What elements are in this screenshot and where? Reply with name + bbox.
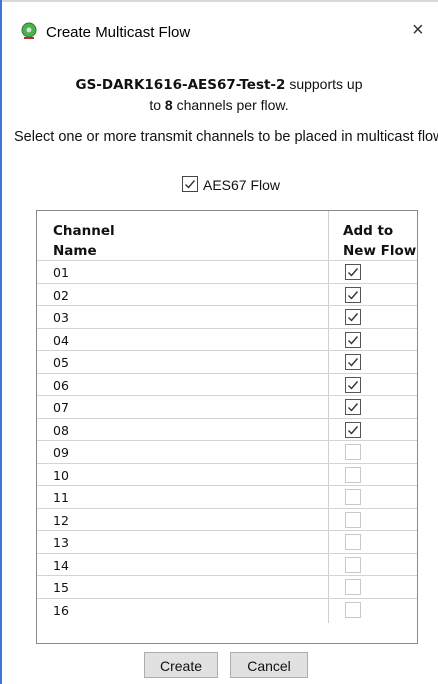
channel-name: 11 — [53, 490, 69, 505]
channel-name: 07 — [53, 400, 69, 415]
channel-name: 03 — [53, 310, 69, 325]
channel-name: 09 — [53, 445, 69, 460]
channel-name-header: Channel Name — [53, 223, 115, 259]
table-row: 06 — [37, 372, 417, 396]
channel-name: 12 — [53, 512, 69, 528]
add-to-flow-checkbox[interactable] — [345, 331, 361, 348]
table-row: 12 — [37, 507, 417, 531]
table-row: 13 — [37, 530, 417, 553]
channel-count: 8 — [164, 97, 173, 113]
instruction-text: Select one or more transmit channels to … — [14, 129, 438, 145]
table-row: 16 — [37, 597, 417, 621]
aes67-flow-label: AES67 Flow — [203, 177, 281, 193]
channel-name: 08 — [53, 422, 69, 438]
add-to-flow-checkbox[interactable] — [345, 444, 361, 460]
add-to-flow-checkbox[interactable] — [345, 511, 361, 528]
create-button[interactable]: Create — [144, 652, 218, 678]
cancel-button[interactable]: Cancel — [230, 652, 308, 678]
table-row: 11 — [37, 485, 417, 508]
add-to-flow-checkbox[interactable] — [345, 579, 361, 595]
channel-name: 13 — [53, 535, 69, 550]
app-icon — [20, 22, 38, 40]
table-row: 02 — [37, 282, 417, 306]
add-to-flow-checkbox[interactable] — [345, 421, 361, 438]
channel-name: 15 — [53, 580, 69, 595]
channel-name: 10 — [53, 467, 69, 483]
table-row: 09 — [37, 440, 417, 463]
title-bar[interactable]: Create Multicast Flow × — [2, 2, 438, 48]
add-to-flow-checkbox[interactable] — [345, 264, 361, 280]
channel-name: 02 — [53, 287, 69, 303]
window-title: Create Multicast Flow — [46, 24, 191, 41]
table-row: 05 — [37, 350, 417, 373]
table-row: 08 — [37, 417, 417, 441]
device-support-line: GS-DARK1616-AES67-Test-2 supports up — [0, 76, 438, 93]
channel-name: 16 — [53, 602, 69, 618]
per-flow-text: channels per flow. — [172, 97, 289, 113]
to-text: to — [149, 97, 165, 113]
channel-table: Channel Name Add to New Flow 01 02 03 04 05 0… — [36, 210, 418, 644]
table-row: 10 — [37, 462, 417, 486]
add-to-flow-checkbox[interactable] — [345, 309, 361, 325]
add-to-new-flow-header: Add to New Flow — [343, 223, 417, 259]
add-to-flow-checkbox[interactable] — [345, 534, 361, 550]
add-to-flow-checkbox[interactable] — [345, 354, 361, 370]
add-to-flow-checkbox[interactable] — [345, 489, 361, 505]
add-to-flow-checkbox[interactable] — [345, 601, 361, 618]
table-row: 15 — [37, 575, 417, 598]
channel-limit-line: to 8 channels per flow. — [0, 97, 438, 113]
close-icon[interactable]: × — [412, 20, 424, 40]
supports-text: supports up — [285, 76, 363, 92]
aes67-checkmark-icon[interactable] — [182, 176, 198, 192]
add-to-flow-checkbox[interactable] — [345, 376, 361, 393]
channel-name: 06 — [53, 377, 69, 393]
table-row: 04 — [37, 327, 417, 351]
table-row: 14 — [37, 552, 417, 576]
channel-name: 01 — [53, 265, 69, 280]
table-row: 03 — [37, 305, 417, 328]
add-to-flow-checkbox[interactable] — [345, 399, 361, 415]
add-to-flow-checkbox[interactable] — [345, 286, 361, 303]
channel-name: 05 — [53, 355, 69, 370]
channel-name: 14 — [53, 557, 69, 573]
device-name: GS-DARK1616-AES67-Test-2 — [75, 77, 286, 93]
table-row: 01 — [37, 260, 417, 283]
aes67-flow-checkbox[interactable]: AES67 Flow — [182, 176, 280, 193]
add-to-flow-checkbox[interactable] — [345, 556, 361, 573]
table-row: 07 — [37, 395, 417, 418]
channel-name: 04 — [53, 332, 69, 348]
add-to-flow-checkbox[interactable] — [345, 466, 361, 483]
